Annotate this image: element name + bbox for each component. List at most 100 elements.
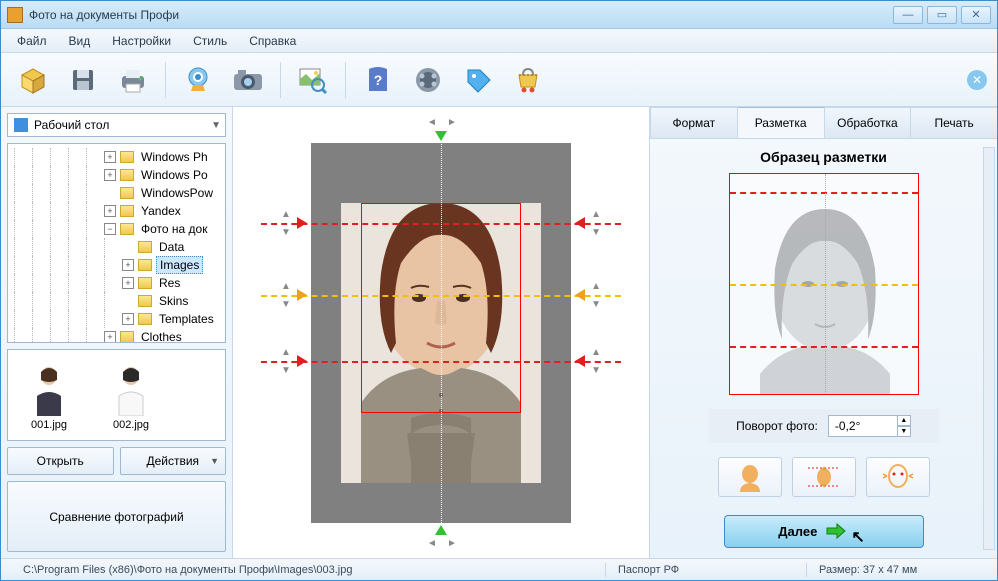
tree-node[interactable]: +Windows Po [8, 166, 225, 184]
status-size: Размер: 37 x 47 мм [807, 564, 987, 576]
mode-lines-button[interactable] [792, 457, 856, 497]
nudge-icon[interactable]: ▼ [591, 299, 601, 310]
help-button[interactable]: ? [356, 58, 400, 102]
cursor-icon: ↖ [851, 527, 864, 547]
maximize-button[interactable]: ▭ [927, 6, 957, 24]
status-path: C:\Program Files (x86)\Фото на документы… [11, 564, 605, 576]
print-button[interactable] [111, 58, 155, 102]
handle-right-1[interactable] [575, 217, 585, 229]
editor-canvas[interactable]: ◄ ► ◄ ► ▲ ▼ ▲ ▼ ▲ ▼ ▲ ▼ ▲ ▼ ▲ ▼ [233, 107, 649, 558]
handle-bottom[interactable] [435, 525, 447, 535]
folder-dropdown-label: Рабочий стол [34, 118, 109, 132]
nudge-icon[interactable]: ▲ [281, 347, 291, 358]
nudge-icon[interactable]: ▲ [281, 281, 291, 292]
nudge-icon[interactable]: ▼ [591, 227, 601, 238]
menu-file[interactable]: Файл [7, 31, 57, 51]
chevron-down-icon: ▼ [211, 120, 221, 131]
nudge-icon[interactable]: ▼ [281, 299, 291, 310]
tree-node[interactable]: +Res [8, 274, 225, 292]
menubar: Файл Вид Настройки Стиль Справка [1, 29, 997, 53]
nudge-icon[interactable]: ▲ [281, 209, 291, 220]
open-file-button[interactable] [11, 58, 55, 102]
titlebar: Фото на документы Профи — ▭ ✕ [1, 1, 997, 29]
close-button[interactable]: ✕ [961, 6, 991, 24]
handle-left-3[interactable] [297, 355, 307, 367]
next-button[interactable]: Далее ↖ [724, 515, 924, 548]
video-button[interactable] [406, 58, 450, 102]
sample-title: Образец разметки [760, 149, 887, 165]
spin-up[interactable]: ▲ [897, 415, 911, 426]
compare-button[interactable]: Сравнение фотографий [7, 481, 226, 552]
camera-button[interactable] [226, 58, 270, 102]
nudge-icon[interactable]: ▲ [591, 281, 601, 292]
arrow-right-icon [825, 522, 847, 540]
tree-node[interactable]: +Clothes [8, 328, 225, 343]
tag-button[interactable] [456, 58, 500, 102]
menu-style[interactable]: Стиль [183, 31, 237, 51]
statusbar: C:\Program Files (x86)\Фото на документы… [1, 558, 997, 580]
tree-node[interactable]: Skins [8, 292, 225, 310]
mode-head-button[interactable] [718, 457, 782, 497]
nudge-icon[interactable]: ► [447, 117, 457, 128]
tree-node[interactable]: −Фото на док [8, 220, 225, 238]
handle-top[interactable] [435, 131, 447, 141]
handle-left-1[interactable] [297, 217, 307, 229]
tabs: Формат Разметка Обработка Печать [650, 107, 997, 139]
save-button[interactable] [61, 58, 105, 102]
thumbnail-label: 001.jpg [31, 419, 67, 431]
tab-markup[interactable]: Разметка [737, 107, 825, 138]
toolbar: ? ✕ [1, 53, 997, 107]
menu-settings[interactable]: Настройки [102, 31, 181, 51]
rotate-label: Поворот фото: [736, 419, 818, 433]
mode-face-button[interactable] [866, 457, 930, 497]
spin-down[interactable]: ▼ [897, 426, 911, 437]
left-panel: Рабочий стол ▼ +Windows Ph+Windows PoWin… [1, 107, 233, 558]
chevron-down-icon: ▼ [210, 456, 219, 466]
window-title: Фото на документы Профи [29, 8, 893, 22]
nudge-icon[interactable]: ◄ [427, 538, 437, 549]
webcam-button[interactable] [176, 58, 220, 102]
minimize-button[interactable]: — [893, 6, 923, 24]
tree-node[interactable]: +Images [8, 256, 225, 274]
thumbnail-item[interactable]: 002.jpg [96, 356, 166, 434]
folder-tree[interactable]: +Windows Ph+Windows PoWindowsPow+Yandex−… [7, 143, 226, 343]
nudge-icon[interactable]: ▲ [591, 209, 601, 220]
thumbnail-item[interactable]: 001.jpg [14, 356, 84, 434]
nudge-icon[interactable]: ▼ [281, 227, 291, 238]
tab-format[interactable]: Формат [650, 107, 738, 138]
tree-node[interactable]: +Templates [8, 310, 225, 328]
tree-node[interactable]: Data [8, 238, 225, 256]
status-format: Паспорт РФ [606, 564, 806, 576]
nudge-icon[interactable]: ▲ [591, 347, 601, 358]
nudge-icon[interactable]: ► [447, 538, 457, 549]
thumbnail-label: 002.jpg [113, 419, 149, 431]
handle-left-2[interactable] [297, 289, 307, 301]
tree-node[interactable]: +Windows Ph [8, 148, 225, 166]
nudge-icon[interactable]: ◄ [427, 117, 437, 128]
nudge-icon[interactable]: ▼ [591, 365, 601, 376]
scrollbar[interactable] [983, 147, 995, 550]
right-panel: Формат Разметка Обработка Печать Образец… [649, 107, 997, 558]
tree-node[interactable]: WindowsPow [8, 184, 225, 202]
tab-print[interactable]: Печать [910, 107, 997, 138]
thumbnail-strip: 001.jpg 002.jpg [7, 349, 226, 441]
handle-right-3[interactable] [575, 355, 585, 367]
tree-node[interactable]: +Yandex [8, 202, 225, 220]
nudge-icon[interactable]: ▼ [281, 365, 291, 376]
cart-button[interactable] [506, 58, 550, 102]
svg-text:?: ? [374, 72, 383, 88]
menu-view[interactable]: Вид [59, 31, 101, 51]
menu-help[interactable]: Справка [239, 31, 306, 51]
rotate-input[interactable] [828, 415, 898, 437]
handle-right-2[interactable] [575, 289, 585, 301]
app-logo-icon [7, 7, 23, 23]
folder-dropdown[interactable]: Рабочий стол ▼ [7, 113, 226, 137]
app-window: Фото на документы Профи — ▭ ✕ Файл Вид Н… [0, 0, 998, 581]
actions-button[interactable]: Действия▼ [120, 447, 227, 475]
sample-preview [729, 173, 919, 395]
desktop-icon [14, 118, 28, 132]
collapse-toolbar-button[interactable]: ✕ [967, 70, 987, 90]
open-button[interactable]: Открыть [7, 447, 114, 475]
tab-processing[interactable]: Обработка [824, 107, 912, 138]
search-photo-button[interactable] [291, 58, 335, 102]
